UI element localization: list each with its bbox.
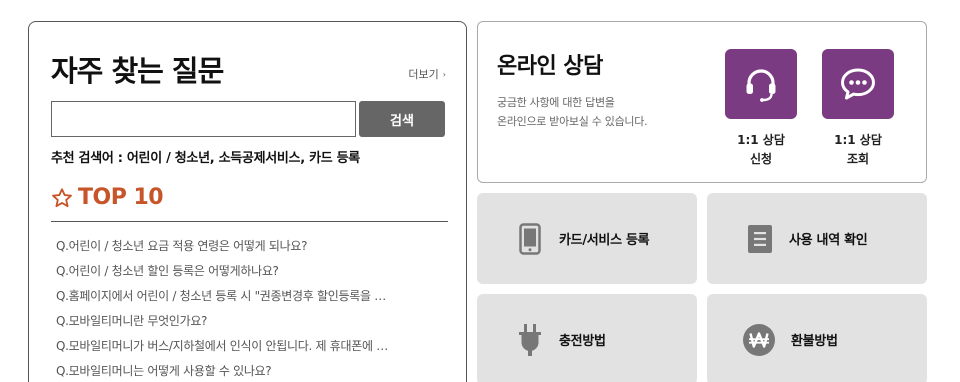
more-link[interactable]: 더보기 › [408, 66, 446, 82]
headset-icon [746, 69, 776, 102]
consult-inquiry-button[interactable]: 1:1 상담 조회 [822, 49, 894, 169]
card-service-register-tile[interactable]: 카드/서비스 등록 [477, 193, 697, 284]
won-icon [743, 323, 775, 356]
card-service-register-label: 카드/서비스 등록 [559, 233, 650, 248]
star-outline-icon [52, 187, 72, 207]
plug-icon [517, 323, 543, 356]
consult-apply-line2: 신청 [749, 152, 773, 166]
consult-inquiry-line2: 조회 [846, 152, 870, 166]
consult-apply-icon-box [725, 49, 797, 119]
recommended-keywords: 추천 검색어 : 어린이 / 청소년, 소득공제서비스, 카드 등록 [51, 151, 360, 166]
faq-item[interactable]: Q.어린이 / 청소년 할인 등록은 어떻게하나요? [56, 262, 436, 287]
consult-title: 온라인 상담 [497, 54, 603, 79]
faq-item[interactable]: Q.모바일티머니가 버스/지하철에서 인식이 안됩니다. 제 휴대폰에 … [56, 337, 436, 362]
top10-heading: TOP 10 [51, 185, 164, 210]
search-button[interactable]: 검색 [359, 101, 445, 137]
divider [51, 221, 448, 222]
chat-bubble-icon [841, 68, 875, 100]
refund-method-tile[interactable]: 환불방법 [707, 294, 927, 382]
consult-desc-line: 궁금한 사항에 대한 답변을 [497, 96, 615, 109]
faq-item[interactable]: Q.모바일티머니는 어떻게 사용할 수 있나요? [56, 362, 436, 382]
consult-panel: 온라인 상담 궁금한 사항에 대한 답변을 온라인으로 받아보실 수 있습니다.… [477, 21, 927, 183]
phone-icon [517, 222, 543, 255]
document-icon [747, 223, 773, 255]
consult-inquiry-label: 1:1 상담 조회 [822, 131, 894, 169]
consult-desc-line: 온라인으로 받아보실 수 있습니다. [497, 115, 648, 128]
charge-method-tile[interactable]: 충전방법 [477, 294, 697, 382]
consult-inquiry-line1: 1:1 상담 [834, 133, 882, 147]
consult-apply-label: 1:1 상담 신청 [725, 131, 797, 169]
consult-apply-line1: 1:1 상담 [737, 133, 785, 147]
faq-item[interactable]: Q.모바일티머니란 무엇인가요? [56, 312, 436, 337]
faq-list: Q.어린이 / 청소년 요금 적용 연령은 어떻게 되나요? Q.어린이 / 청… [56, 237, 436, 382]
refund-method-label: 환불방법 [791, 334, 838, 349]
more-link-label: 더보기 [408, 68, 439, 81]
consult-apply-button[interactable]: 1:1 상담 신청 [725, 49, 797, 169]
chevron-right-icon: › [442, 70, 446, 79]
top10-label: TOP 10 [78, 185, 164, 210]
search-input[interactable] [51, 101, 356, 137]
faq-item[interactable]: Q.홈페이지에서 어린이 / 청소년 등록 시 "권종변경후 할인등록을 … [56, 287, 436, 312]
usage-history-tile[interactable]: 사용 내역 확인 [707, 193, 927, 284]
faq-panel: 자주 찾는 질문 더보기 › 검색 추천 검색어 : 어린이 / 청소년, 소득공… [28, 21, 467, 382]
faq-title: 자주 찾는 질문 [51, 54, 224, 88]
consult-inquiry-icon-box [822, 49, 894, 119]
usage-history-label: 사용 내역 확인 [789, 233, 868, 248]
faq-item[interactable]: Q.어린이 / 청소년 요금 적용 연령은 어떻게 되나요? [56, 237, 436, 262]
consult-description: 궁금한 사항에 대한 답변을 온라인으로 받아보실 수 있습니다. [497, 93, 697, 131]
charge-method-label: 충전방법 [559, 334, 606, 349]
